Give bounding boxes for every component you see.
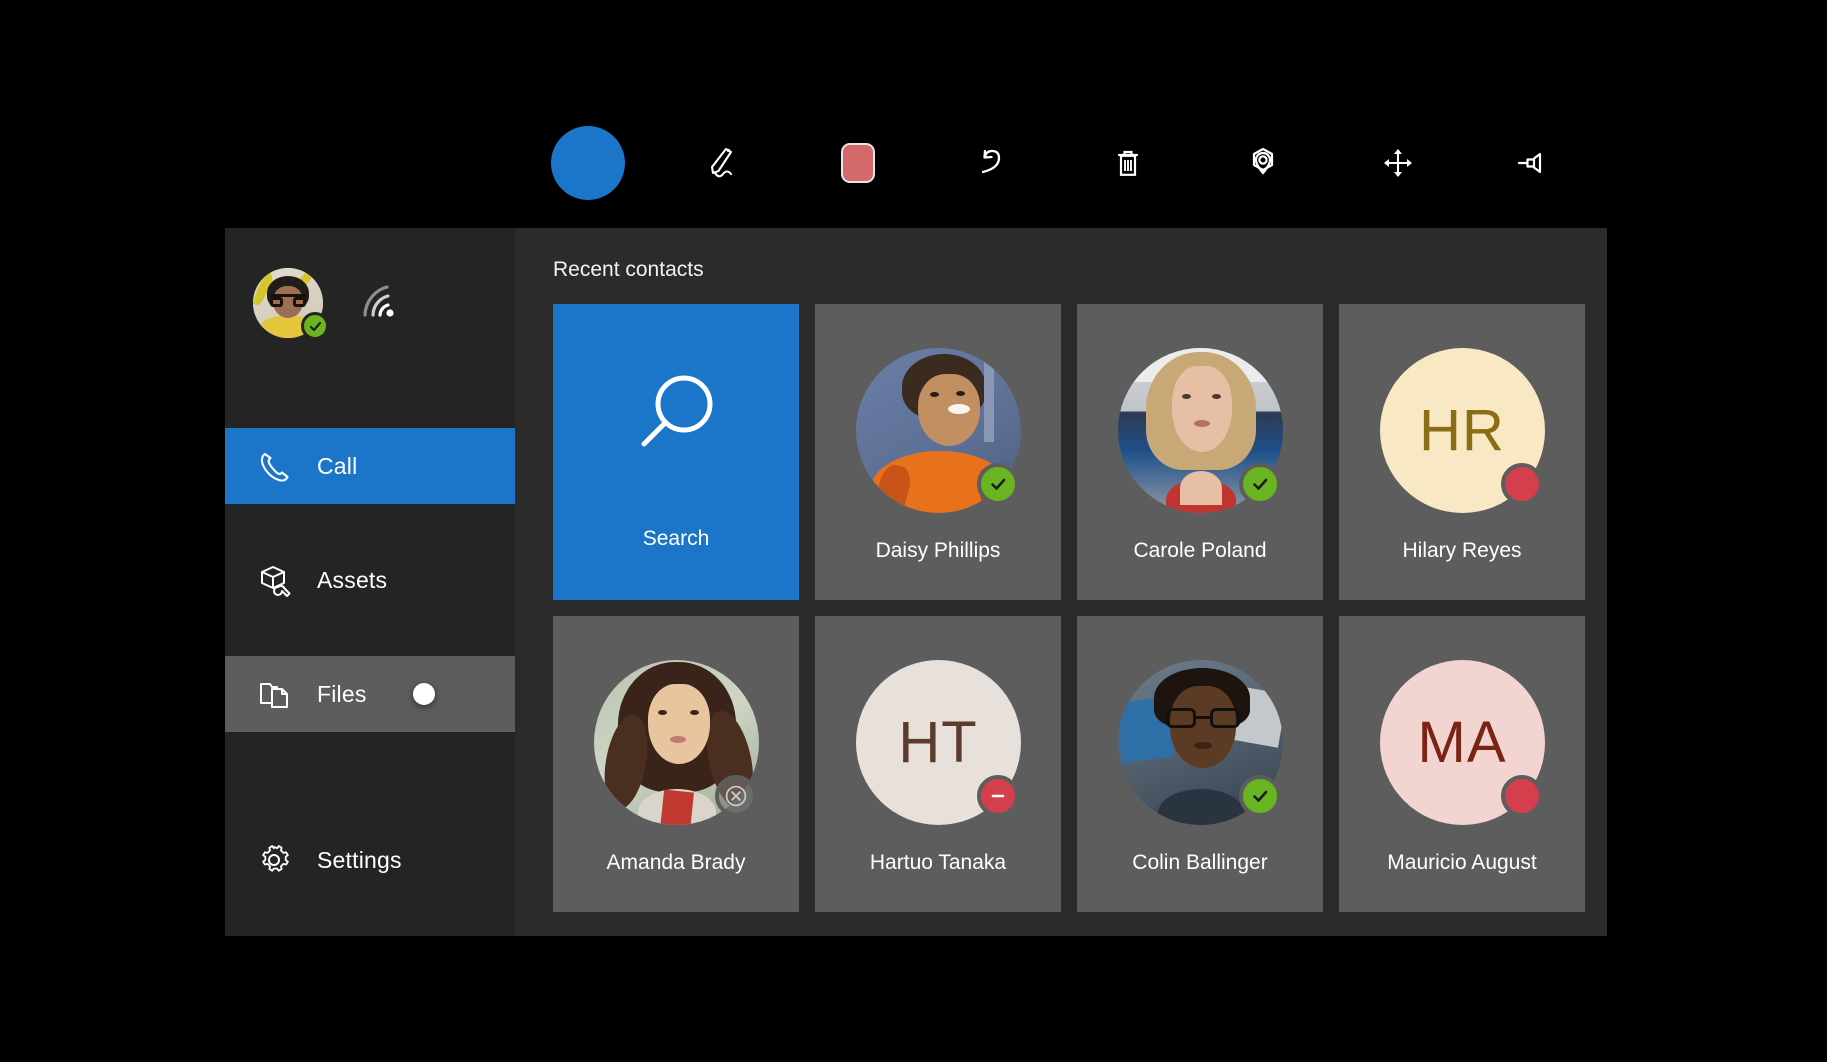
color-tool-button[interactable] <box>790 124 925 202</box>
delete-tool-button[interactable] <box>1060 124 1195 202</box>
sidebar-item-assets[interactable]: Assets <box>225 542 515 618</box>
contact-status-badge <box>1501 463 1543 505</box>
trash-icon <box>1106 141 1150 185</box>
app-window: Call Assets <box>225 228 1585 936</box>
magnifier-icon <box>624 366 728 475</box>
contacts-grid: Search <box>537 304 1585 912</box>
profile-avatar[interactable] <box>253 268 323 338</box>
select-tool-active-highlight <box>551 126 625 200</box>
contact-name: Colin Ballinger <box>1132 851 1267 875</box>
pushpin-icon <box>1510 140 1556 186</box>
contact-name: Hartuo Tanaka <box>870 851 1006 875</box>
gear-icon <box>253 839 295 881</box>
files-folder-icon <box>253 673 295 715</box>
sidebar-item-call[interactable]: Call <box>225 428 515 504</box>
move-tool-button[interactable] <box>1330 124 1465 202</box>
select-tool-button[interactable] <box>520 124 655 202</box>
contact-status-badge <box>977 775 1019 817</box>
search-tile-label: Search <box>643 527 710 551</box>
contact-status-badge <box>977 463 1019 505</box>
sidebar: Call Assets <box>225 228 515 936</box>
sidebar-item-settings[interactable]: Settings <box>225 822 515 898</box>
sidebar-item-files[interactable]: Files <box>225 656 515 732</box>
pen-ink-icon <box>700 140 746 186</box>
contact-tile[interactable]: Colin Ballinger <box>1077 616 1323 912</box>
contact-name: Daisy Phillips <box>876 539 1001 563</box>
color-swatch-icon <box>841 143 875 183</box>
sidebar-item-label: Files <box>317 681 367 708</box>
assets-box-wrench-icon <box>253 559 295 601</box>
undo-arrow-icon <box>970 140 1016 186</box>
location-pin-icon <box>1239 139 1287 187</box>
contact-name: Amanda Brady <box>607 851 746 875</box>
search-tile[interactable]: Search <box>553 304 799 600</box>
check-icon <box>988 474 1008 494</box>
avatar-initials: HR <box>1419 397 1505 464</box>
x-icon <box>725 785 747 807</box>
check-icon <box>308 319 323 334</box>
check-icon <box>1250 786 1270 806</box>
profile-row[interactable] <box>225 228 515 378</box>
content-panel: Recent contacts Search <box>515 228 1607 936</box>
pointer-cursor-dot <box>413 683 435 705</box>
sidebar-item-label: Settings <box>317 847 402 874</box>
contact-name: Hilary Reyes <box>1402 539 1521 563</box>
phone-icon <box>253 445 295 487</box>
ink-tool-button[interactable] <box>655 124 790 202</box>
avatar-initials: HT <box>898 709 977 776</box>
contact-tile[interactable]: MA Mauricio August <box>1339 616 1585 912</box>
minus-icon <box>988 786 1008 806</box>
place-tool-button[interactable] <box>1195 124 1330 202</box>
sidebar-item-settings-wrapper: Settings <box>225 822 515 898</box>
annotation-toolbar <box>520 124 1600 202</box>
profile-status-badge <box>301 312 329 340</box>
contact-status-badge <box>1501 775 1543 817</box>
contact-tile[interactable]: HT Hartuo Tanaka <box>815 616 1061 912</box>
contact-tile[interactable]: Daisy Phillips <box>815 304 1061 600</box>
page-title: Recent contacts <box>537 228 1585 304</box>
move-arrows-icon <box>1376 141 1420 185</box>
contact-status-badge <box>1239 463 1281 505</box>
contact-status-badge <box>715 775 757 817</box>
contact-tile[interactable]: HR Hilary Reyes <box>1339 304 1585 600</box>
contact-name: Carole Poland <box>1133 539 1266 563</box>
wifi-signal-icon <box>361 283 405 323</box>
pin-tool-button[interactable] <box>1465 124 1600 202</box>
contact-status-badge <box>1239 775 1281 817</box>
contact-tile[interactable]: Amanda Brady <box>553 616 799 912</box>
contact-name: Mauricio August <box>1387 851 1536 875</box>
avatar-initials: MA <box>1418 709 1507 776</box>
contact-tile[interactable]: Carole Poland <box>1077 304 1323 600</box>
undo-tool-button[interactable] <box>925 124 1060 202</box>
app-screen: Call Assets <box>0 0 1827 1062</box>
check-icon <box>1250 474 1270 494</box>
sidebar-item-label: Assets <box>317 567 387 594</box>
sidebar-item-label: Call <box>317 453 357 480</box>
